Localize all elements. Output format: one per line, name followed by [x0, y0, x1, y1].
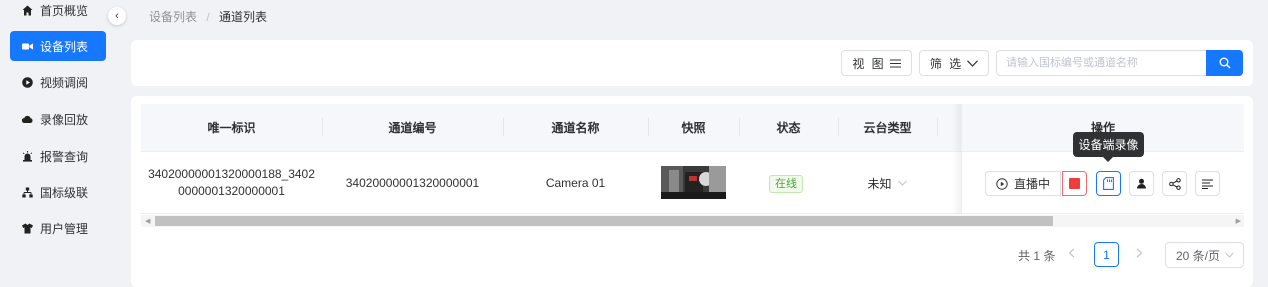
live-label: 直播中 [1013, 177, 1050, 191]
column-header-channel-id: 通道编号 [388, 121, 437, 135]
sd-card-icon [1103, 177, 1114, 190]
play-circle-icon [22, 76, 33, 88]
view-label: 视 图 [852, 56, 886, 71]
share-icon [1168, 177, 1181, 190]
video-camera-icon [22, 41, 33, 52]
cell-channel-name: Camera 01 [545, 176, 606, 190]
ptz-type-value: 未知 [867, 176, 892, 191]
sidebar-item-users[interactable]: 用户管理 [10, 213, 106, 243]
tooltip-arrow [1103, 157, 1113, 162]
scrollbar-thumb[interactable] [155, 216, 1053, 226]
breadcrumb: 设备列表 / 通道列表 [149, 8, 267, 25]
column-header-ptz-type: 云台类型 [863, 121, 912, 135]
page-size-select[interactable]: 20 条/页 [1165, 242, 1244, 268]
sidebar-item-label: 首页概览 [40, 3, 89, 18]
cell-channel-id: 34020000001320000001 [345, 176, 480, 190]
view-button[interactable]: 视 图 [841, 50, 912, 76]
scroll-left-icon: ◀ [145, 218, 151, 225]
sidebar-item-label: 报警查询 [40, 149, 89, 164]
prev-page-button[interactable] [1068, 247, 1075, 261]
sidebar-item-label: 录像回放 [40, 112, 89, 127]
menu-icon [889, 58, 901, 68]
sidebar-item-label: 用户管理 [40, 221, 89, 236]
sidebar-item-playback[interactable]: 录像回放 [10, 104, 106, 134]
user-shirt-icon [22, 223, 33, 234]
cascade-icon [22, 187, 33, 198]
search-button[interactable] [1206, 50, 1243, 76]
column-header-snapshot: 快照 [681, 121, 706, 135]
person-icon [1136, 178, 1147, 189]
ptz-control-button[interactable] [1129, 171, 1154, 196]
column-header-status: 状态 [776, 121, 801, 135]
filter-label: 筛 选 [929, 56, 964, 71]
column-divider [937, 118, 938, 136]
alarm-icon [22, 150, 33, 162]
chevron-down-icon [897, 180, 907, 186]
sidebar-item-home[interactable]: 首页概览 [10, 0, 106, 25]
column-header-unique-id: 唯一标识 [207, 121, 256, 135]
home-icon [22, 5, 33, 16]
next-page-button[interactable] [1136, 247, 1143, 261]
tooltip: 设备端录像 [1073, 132, 1144, 157]
chevron-right-icon [1136, 248, 1143, 258]
chevron-left-icon [1068, 248, 1075, 258]
details-button[interactable] [1195, 171, 1220, 196]
column-header-channel-name: 通道名称 [551, 121, 600, 135]
stop-button[interactable] [1062, 171, 1087, 196]
stop-icon [1069, 178, 1080, 189]
sidebar-item-devices[interactable]: 设备列表 [10, 31, 106, 61]
sidebar-item-label: 国标级联 [40, 185, 89, 200]
sidebar-item-cascade[interactable]: 国标级联 [10, 177, 106, 207]
sidebar-item-label: 设备列表 [40, 39, 89, 54]
search-input[interactable]: 请输入国标编号或通道名称 [996, 50, 1206, 76]
share-button[interactable] [1162, 171, 1187, 196]
search-icon [1219, 57, 1231, 69]
list-icon [1202, 179, 1213, 189]
sidebar-item-video[interactable]: 视频调阅 [10, 67, 106, 97]
sidebar-item-alarm[interactable]: 报警查询 [10, 141, 106, 171]
breadcrumb-separator: / [206, 10, 210, 24]
cloud-icon [21, 114, 33, 125]
chevron-left-icon: ‹ [115, 10, 119, 22]
filter-button[interactable]: 筛 选 [919, 50, 989, 76]
play-circle-icon [996, 177, 1008, 190]
device-record-button[interactable] [1096, 171, 1121, 196]
cell-unique-id: 34020000001320000188_3402000000132000000… [148, 167, 315, 198]
live-button[interactable]: 直播中 [985, 171, 1061, 196]
breadcrumb-current: 通道列表 [219, 10, 268, 24]
ptz-type-select[interactable]: 未知 [852, 152, 922, 214]
page-number-button[interactable]: 1 [1094, 242, 1119, 267]
chevron-down-icon [967, 59, 979, 67]
sidebar: 首页概览 设备列表 视频调阅 录像回放 报警查询 国标级联 用户管理 [0, 0, 116, 287]
pagination-total: 共 1 条 [1018, 249, 1056, 263]
sidebar-item-label: 视频调阅 [40, 75, 89, 90]
scroll-right-icon: ▶ [1235, 218, 1241, 225]
page-size-value: 20 条/页 [1176, 248, 1221, 263]
status-badge: 在线 [769, 175, 803, 193]
sidebar-collapse-button[interactable]: ‹ [108, 7, 126, 25]
chevron-down-icon [1225, 252, 1234, 258]
breadcrumb-parent[interactable]: 设备列表 [149, 10, 197, 24]
snapshot-thumbnail[interactable] [661, 166, 726, 199]
